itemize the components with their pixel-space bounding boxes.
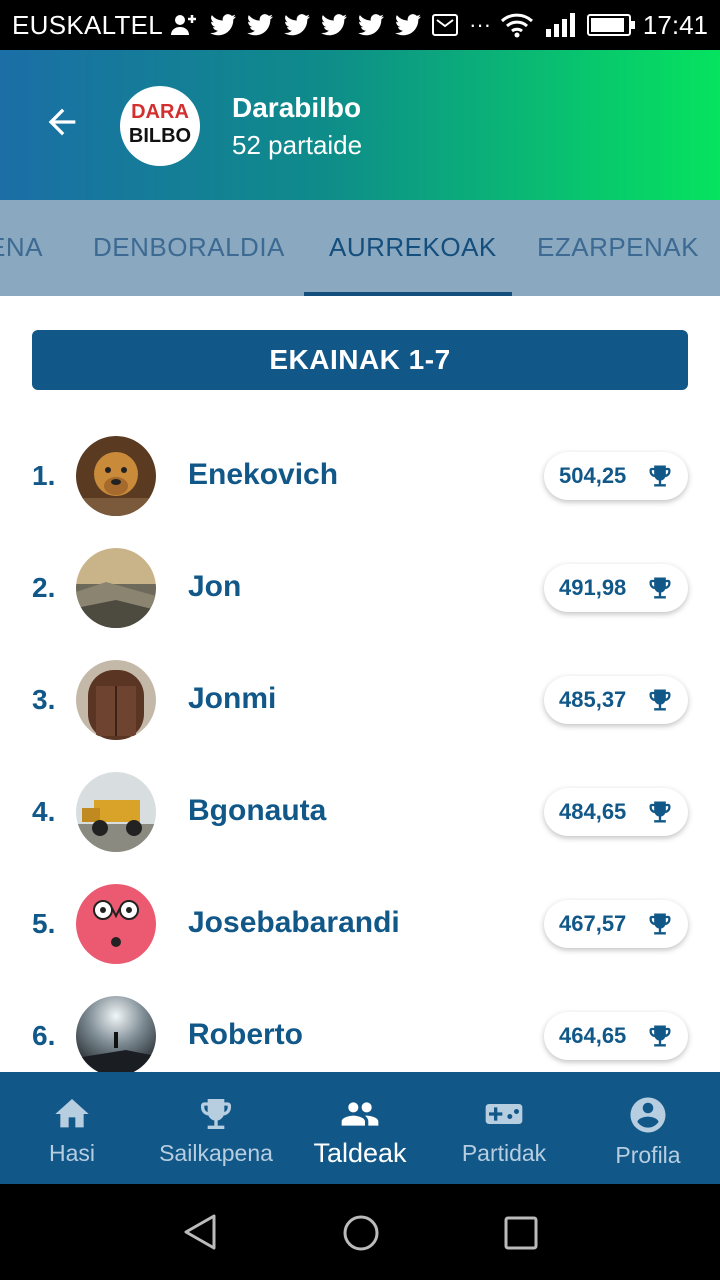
player-name: Jonmi: [188, 682, 277, 715]
twitter-icon: [210, 14, 237, 36]
nav-taldeak[interactable]: Taldeak: [288, 1072, 432, 1184]
tab-ezarpenak[interactable]: EZARPENAK: [537, 200, 699, 296]
notification-icons: ···: [171, 12, 491, 38]
signal-icon: [545, 13, 575, 37]
arrow-back-icon: [48, 108, 76, 136]
system-nav-bar: [0, 1184, 720, 1280]
score-chip: 484,65: [544, 788, 688, 836]
ranking-row[interactable]: 3. Jonmi 485,37: [0, 644, 720, 756]
tab-aurrekoak[interactable]: AURREKOAK: [329, 200, 497, 296]
score-value: 464,65: [559, 1023, 627, 1048]
tab-bar: ENA DENBORALDIA AURREKOAK EZARPENAK: [0, 200, 720, 296]
trophy-icon: [649, 577, 671, 599]
rank-position: 1.: [32, 460, 56, 491]
rank-position: 6.: [32, 1020, 56, 1051]
player-name: Josebabarandi: [188, 906, 400, 939]
clock: 17:41: [642, 9, 708, 40]
trophy-icon: [649, 465, 671, 487]
score-chip: 491,98: [544, 564, 688, 612]
player-name: Enekovich: [188, 458, 339, 491]
battery-icon: [586, 14, 635, 36]
group-title: Darabilbo: [232, 92, 362, 123]
group-logo: DARA BILBO: [120, 86, 200, 166]
back-button[interactable]: [42, 102, 86, 146]
nav-label: Profila: [615, 1142, 681, 1168]
score-chip: 464,65: [544, 1012, 688, 1060]
nav-hasi[interactable]: Hasi: [0, 1072, 144, 1184]
player-name: Jon: [188, 570, 242, 603]
avatar: [76, 996, 156, 1076]
group-header: DARA BILBO Darabilbo 52 partaide: [0, 50, 720, 200]
home-icon: [55, 1099, 89, 1128]
tab-indicator: [304, 292, 512, 296]
rank-position: 4.: [32, 796, 56, 827]
nav-sailkapena[interactable]: Sailkapena: [144, 1072, 288, 1184]
avatar: [76, 436, 156, 516]
more-icon: ···: [469, 12, 492, 37]
score-value: 485,37: [559, 687, 627, 712]
trophy-icon: [201, 1099, 231, 1129]
ranking-row[interactable]: 4. Bgonauta 484,65: [0, 756, 720, 868]
score-chip: 485,37: [544, 676, 688, 724]
tab-denboraldia[interactable]: DENBORALDIA: [93, 200, 285, 296]
tab-sailkapena[interactable]: ENA: [0, 200, 43, 296]
nav-label: Taldeak: [313, 1138, 407, 1168]
back-nav-icon[interactable]: [180, 1212, 220, 1252]
score-value: 491,98: [559, 575, 627, 600]
ranking-row[interactable]: 5. Josebabarandi 467,57: [0, 868, 720, 980]
nav-label: Partidak: [461, 1140, 547, 1166]
svg-text:BILBO: BILBO: [129, 125, 191, 147]
add-user-icon: [171, 15, 197, 35]
score-value: 467,57: [559, 911, 627, 936]
score-value: 504,25: [559, 463, 627, 488]
trophy-icon: [649, 1025, 671, 1047]
score-value: 484,65: [559, 799, 627, 824]
twitter-icon: [247, 14, 274, 36]
nav-label: Hasi: [48, 1140, 95, 1166]
group-icon: [341, 1102, 379, 1126]
nav-partidak[interactable]: Partidak: [432, 1072, 576, 1184]
avatar: [76, 548, 156, 628]
status-bar: EUSKALTEL ··· 17:41: [0, 0, 720, 50]
home-nav-icon[interactable]: [342, 1214, 380, 1252]
trophy-icon: [649, 801, 671, 823]
avatar: [76, 884, 156, 964]
twitter-icon: [358, 14, 385, 36]
rank-position: 2.: [32, 572, 56, 603]
bottom-navigation: Hasi Sailkapena Taldeak Partidak Profila: [0, 1072, 720, 1184]
carrier-name: EUSKALTEL: [12, 9, 164, 40]
mail-icon: [432, 14, 459, 36]
ranking-row[interactable]: 2. Jon 491,98: [0, 532, 720, 644]
week-selector[interactable]: EKAINAK 1-7: [32, 330, 688, 390]
player-name: Roberto: [188, 1018, 303, 1051]
trophy-icon: [649, 689, 671, 711]
trophy-icon: [649, 913, 671, 935]
twitter-icon: [321, 14, 348, 36]
score-chip: 504,25: [544, 452, 688, 500]
player-name: Bgonauta: [188, 794, 327, 827]
svg-text:DARA: DARA: [131, 101, 189, 123]
score-chip: 467,57: [544, 900, 688, 948]
ranking-row[interactable]: 1. Enekovich 504,25: [0, 420, 720, 532]
recents-nav-icon[interactable]: [504, 1216, 538, 1250]
twitter-icon: [395, 14, 422, 36]
nav-profila[interactable]: Profila: [576, 1072, 720, 1184]
nav-label: Sailkapena: [159, 1140, 273, 1166]
twitter-icon: [284, 14, 311, 36]
wifi-icon: [500, 13, 533, 38]
rank-position: 3.: [32, 684, 56, 715]
account-icon: [630, 1097, 666, 1133]
gamepad-icon: [485, 1104, 523, 1124]
avatar: [76, 772, 156, 852]
avatar: [76, 660, 156, 740]
group-member-count: 52 partaide: [232, 130, 363, 160]
rank-position: 5.: [32, 908, 56, 939]
